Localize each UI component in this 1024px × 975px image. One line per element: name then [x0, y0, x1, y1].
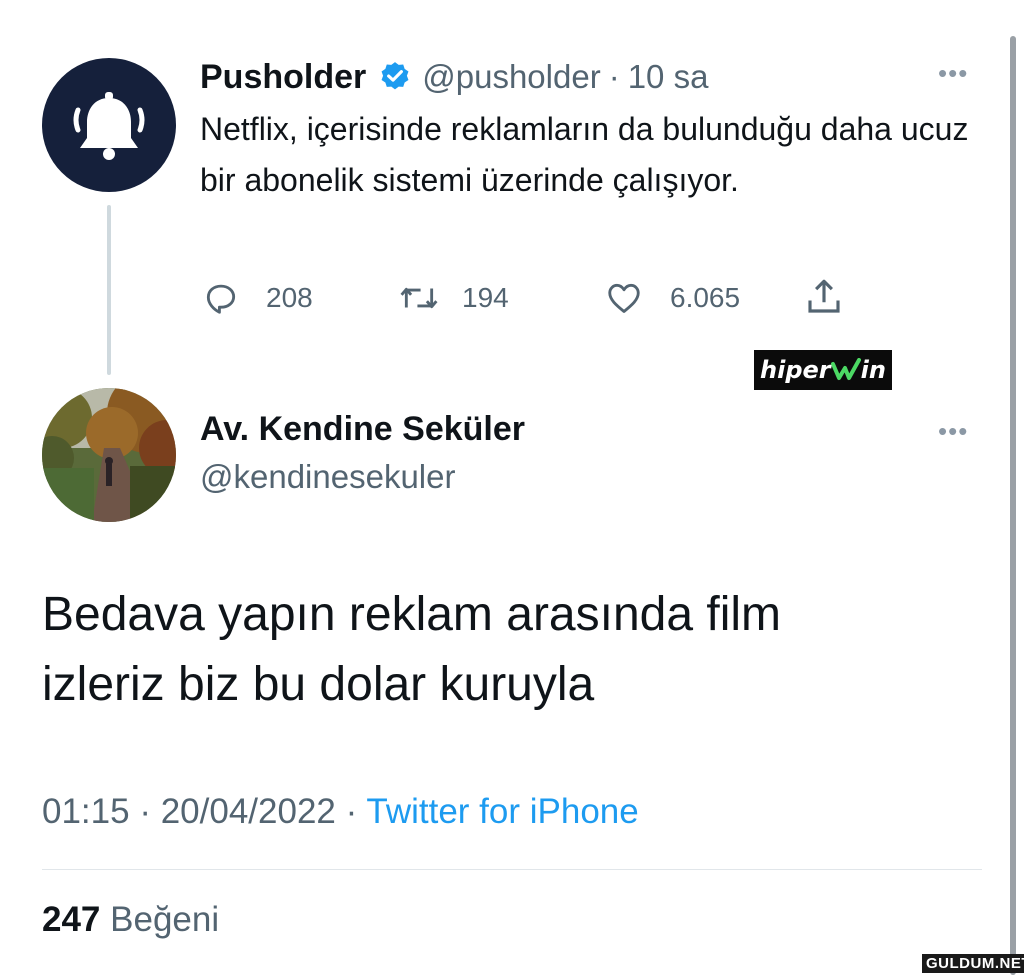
tweet-metadata: 01:15 · 20/04/2022 · Twitter for iPhone — [42, 792, 639, 832]
heart-icon — [608, 283, 640, 313]
watermark: GULDUM.NET — [922, 954, 1024, 973]
kendinesekuler-avatar[interactable] — [42, 388, 176, 522]
reply-count: 208 — [266, 282, 313, 313]
tweet-clock-time[interactable]: 01:15 — [42, 792, 130, 831]
divider — [42, 869, 982, 870]
autumn-path-photo — [42, 388, 176, 522]
share-icon — [808, 279, 840, 313]
main-tweet-text: Bedava yapın reklam arasında film izleri… — [42, 588, 782, 711]
author-handle[interactable]: @pusholder — [422, 58, 600, 96]
hiperwin-badge: hiper in — [754, 350, 892, 390]
like-button[interactable]: 6.065 — [604, 278, 740, 318]
scrollbar[interactable] — [1010, 36, 1016, 975]
badge-text-right: in — [860, 356, 886, 384]
tweet-date[interactable]: 20/04/2022 — [161, 792, 336, 831]
retweet-count: 194 — [462, 282, 509, 313]
bell-icon — [73, 92, 145, 160]
like-count: 6.065 — [670, 282, 741, 313]
likes-summary[interactable]: 247 Beğeni — [42, 900, 219, 940]
ellipsis-icon[interactable]: ••• — [938, 58, 968, 89]
thread-connector — [107, 205, 111, 375]
like-label: Beğeni — [110, 900, 220, 939]
badge-text-left: hiper — [760, 356, 831, 384]
share-button[interactable] — [802, 276, 846, 323]
reply-button[interactable]: 208 — [202, 278, 313, 318]
verified-badge-icon — [378, 60, 412, 94]
author-name[interactable]: Pusholder — [200, 58, 366, 97]
separator-dot: · — [608, 58, 620, 95]
meta-dot: · — [345, 792, 358, 831]
main-author-name[interactable]: Av. Kendine Seküler — [200, 410, 525, 449]
main-ellipsis-icon[interactable]: ••• — [938, 416, 968, 447]
like-total: 247 — [42, 900, 101, 939]
tweet-source-link[interactable]: Twitter for iPhone — [366, 792, 638, 831]
w-logo-icon — [830, 358, 861, 380]
meta-dot: · — [139, 792, 151, 831]
pusholder-avatar[interactable] — [42, 58, 176, 192]
tweet-time[interactable]: 10 sa — [628, 58, 709, 96]
retweet-icon — [400, 287, 438, 309]
main-author-handle[interactable]: @kendinesekuler — [200, 458, 455, 496]
reply-icon — [206, 284, 236, 314]
quoted-tweet-header: Pusholder @pusholder · 10 sa — [200, 56, 708, 98]
quoted-tweet-text: Netflix, içerisinde reklamların da bulun… — [200, 111, 969, 198]
retweet-button[interactable]: 194 — [398, 278, 509, 318]
